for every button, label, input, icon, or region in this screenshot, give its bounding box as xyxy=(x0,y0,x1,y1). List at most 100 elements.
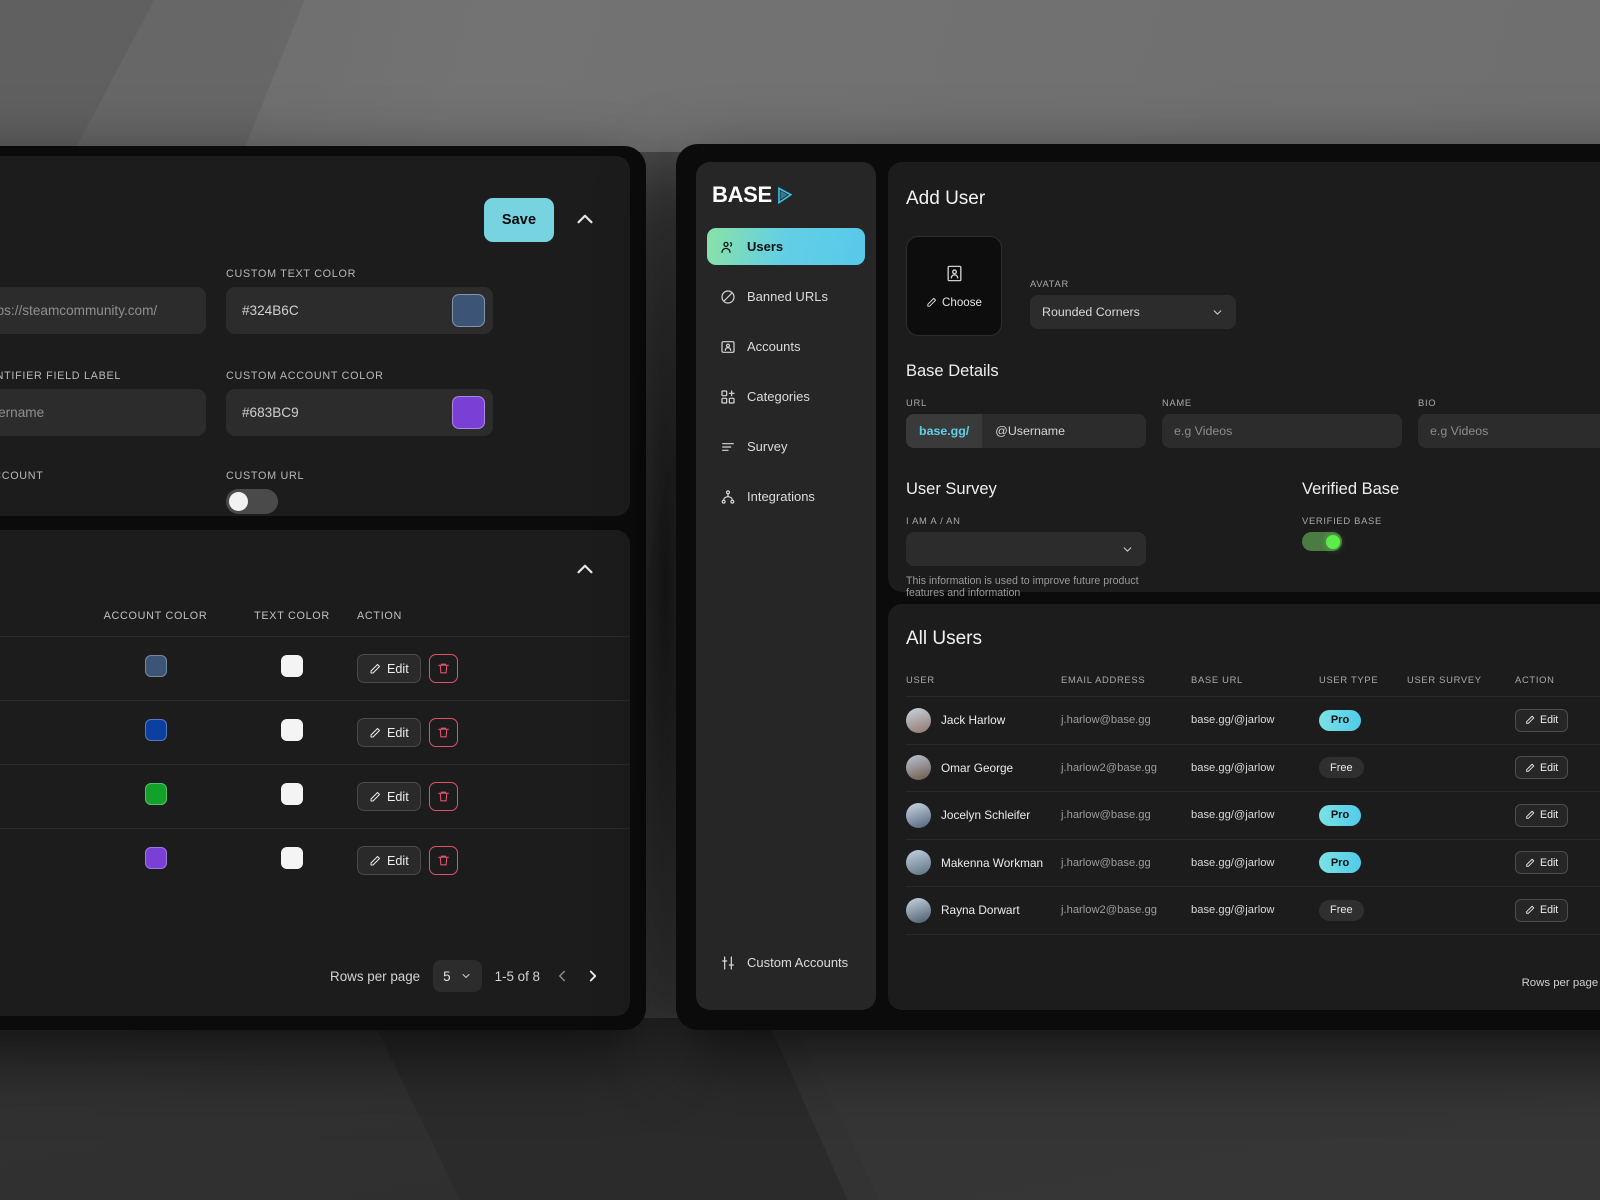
table-row[interactable]: Streaming Edit xyxy=(0,828,630,892)
avatar-style-select[interactable]: Rounded Corners xyxy=(1030,295,1236,329)
account-color-swatch[interactable] xyxy=(452,396,485,429)
base-details-title: Base Details xyxy=(906,362,999,380)
users-icon xyxy=(720,239,736,255)
edit-button[interactable]: Edit xyxy=(1515,803,1569,827)
edit-button[interactable]: Edit xyxy=(357,718,421,747)
avatar xyxy=(906,707,931,733)
sidebar-item-banned-urls[interactable]: Banned URLs xyxy=(707,278,865,315)
all-users-table: USER EMAIL ADDRESS BASE URL USER TYPE US… xyxy=(888,674,1600,935)
sidebar-item-users[interactable]: Users xyxy=(707,228,865,265)
id-card-icon xyxy=(720,339,736,355)
table-row[interactable]: Gaming Edit xyxy=(0,700,630,764)
edit-button[interactable]: Edit xyxy=(357,654,421,683)
column-header-action: ACTION xyxy=(357,610,402,622)
account-color-chip[interactable] xyxy=(144,783,167,805)
bio-label: BIO xyxy=(1418,397,1437,408)
pencil-icon xyxy=(1526,811,1535,820)
table-row[interactable]: Jack Harlow j.harlow@base.gg base.gg/@ja… xyxy=(906,696,1600,744)
save-button[interactable]: Save xyxy=(484,198,554,242)
chevron-right-icon[interactable] xyxy=(584,967,602,985)
list-lines-icon xyxy=(720,439,736,455)
account-color-chip[interactable] xyxy=(144,847,167,869)
url-input[interactable]: e.g. https://steamcommunity.com/ xyxy=(0,287,206,334)
edit-button[interactable]: Edit xyxy=(1515,708,1569,732)
custom-text-color-input[interactable]: #324B6C xyxy=(226,287,493,334)
cell-base-url: base.gg/@jarlow xyxy=(1191,714,1275,727)
custom-account-color-input[interactable]: #683BC9 xyxy=(226,389,493,436)
url-label: URL xyxy=(0,268,206,280)
text-color-chip[interactable] xyxy=(281,655,303,677)
table-row[interactable]: o... Gaming Edit xyxy=(0,764,630,828)
name-label: NAME xyxy=(1162,397,1192,408)
desk-background-top xyxy=(0,0,1600,290)
user-identifier-input[interactable]: e.g. Username xyxy=(0,389,206,436)
column-header-user-survey: USER SURVEY xyxy=(1407,674,1482,685)
bio-input[interactable]: e.g Videos xyxy=(1418,414,1600,448)
delete-button[interactable] xyxy=(428,718,458,747)
chevron-up-icon[interactable] xyxy=(572,556,598,582)
logo-text: BASE xyxy=(712,182,772,207)
cell-category: Streaming xyxy=(0,853,84,868)
sidebar-item-custom-accounts[interactable]: Custom Accounts xyxy=(707,944,865,981)
chevron-left-icon[interactable] xyxy=(553,967,571,985)
text-color-chip[interactable] xyxy=(281,719,303,741)
avatar-choose-label[interactable]: Choose xyxy=(926,296,982,309)
chevron-up-icon[interactable] xyxy=(572,206,598,232)
cell-email: j.harlow@base.gg xyxy=(1061,809,1151,822)
edit-button[interactable]: Edit xyxy=(1515,756,1569,780)
delete-button[interactable] xyxy=(428,782,458,811)
sidebar-item-integrations[interactable]: Integrations xyxy=(707,478,865,515)
verified-base-label: VERIFIED BASE xyxy=(1302,515,1382,526)
status-badge: Free xyxy=(1319,757,1364,779)
table-row[interactable]: Gaming Edit xyxy=(0,636,630,700)
edit-button[interactable]: Edit xyxy=(1515,851,1569,875)
trash-icon xyxy=(437,791,449,802)
user-identifier-label: USER IDENTIFIER FIELD LABEL xyxy=(0,370,122,382)
trash-icon xyxy=(437,663,449,674)
account-color-chip[interactable] xyxy=(144,719,167,741)
cell-base-url: base.gg/@jarlow xyxy=(1191,904,1275,917)
custom-account-color-value: #683BC9 xyxy=(242,405,299,420)
sidebar-item-survey[interactable]: Survey xyxy=(707,428,865,465)
i-am-a-select[interactable] xyxy=(906,532,1146,566)
text-color-swatch[interactable] xyxy=(452,294,485,327)
base-url-input[interactable]: base.gg/ @Username xyxy=(906,414,1146,448)
app-logo: BASE xyxy=(712,184,876,206)
table-header: USER EMAIL ADDRESS BASE URL USER TYPE US… xyxy=(906,674,1600,696)
sidebar-item-categories[interactable]: Categories xyxy=(707,378,865,415)
rows-per-page-select[interactable]: 5 xyxy=(433,960,482,992)
portrait-icon xyxy=(945,264,964,288)
account-color-chip[interactable] xyxy=(144,655,167,677)
pencil-icon xyxy=(927,297,937,307)
custom-url-toggle[interactable] xyxy=(226,489,278,514)
delete-button[interactable] xyxy=(428,654,458,683)
pagination: Rows per page 5 1-5 xyxy=(1522,970,1600,996)
edit-button[interactable]: Edit xyxy=(357,846,421,875)
name-input[interactable]: e.g Videos xyxy=(1162,414,1402,448)
trash-icon xyxy=(437,727,449,738)
delete-button[interactable] xyxy=(428,846,458,875)
cell-base-url: base.gg/@jarlow xyxy=(1191,856,1275,869)
text-color-chip[interactable] xyxy=(281,847,303,869)
table-row[interactable]: Rayna Dorwart j.harlow2@base.gg base.gg/… xyxy=(906,886,1600,934)
edit-button[interactable]: Edit xyxy=(1515,898,1569,922)
text-color-chip[interactable] xyxy=(281,783,303,805)
edit-button[interactable]: Edit xyxy=(357,782,421,811)
sidebar-item-accounts[interactable]: Accounts xyxy=(707,328,865,365)
name-group: NAME e.g Videos xyxy=(1162,397,1402,448)
grid-plus-icon xyxy=(720,389,736,405)
table-row[interactable]: Omar George j.harlow2@base.gg base.gg/@j… xyxy=(906,743,1600,792)
pencil-icon xyxy=(370,727,380,737)
chevron-down-icon xyxy=(1123,546,1132,552)
active-account-label: ACTIVE ACCOUNT xyxy=(0,470,44,482)
sitemap-icon xyxy=(720,489,736,505)
sidebar-nav: Users Banned URLs Accounts Categories Su… xyxy=(696,228,876,515)
custom-url-group: CUSTOM URL xyxy=(226,470,493,519)
column-header-base-url: BASE URL xyxy=(1191,674,1243,685)
avatar-picker[interactable]: Choose xyxy=(906,236,1002,336)
sidebar-item-label: Survey xyxy=(747,439,788,454)
table-row[interactable]: Jocelyn Schleifer j.harlow@base.gg base.… xyxy=(906,791,1600,839)
custom-text-color-group: CUSTOM TEXT COLOR #324B6C xyxy=(226,268,493,334)
verified-base-toggle[interactable] xyxy=(1302,532,1342,551)
table-row[interactable]: Makenna Workman j.harlow@base.gg base.gg… xyxy=(906,838,1600,887)
